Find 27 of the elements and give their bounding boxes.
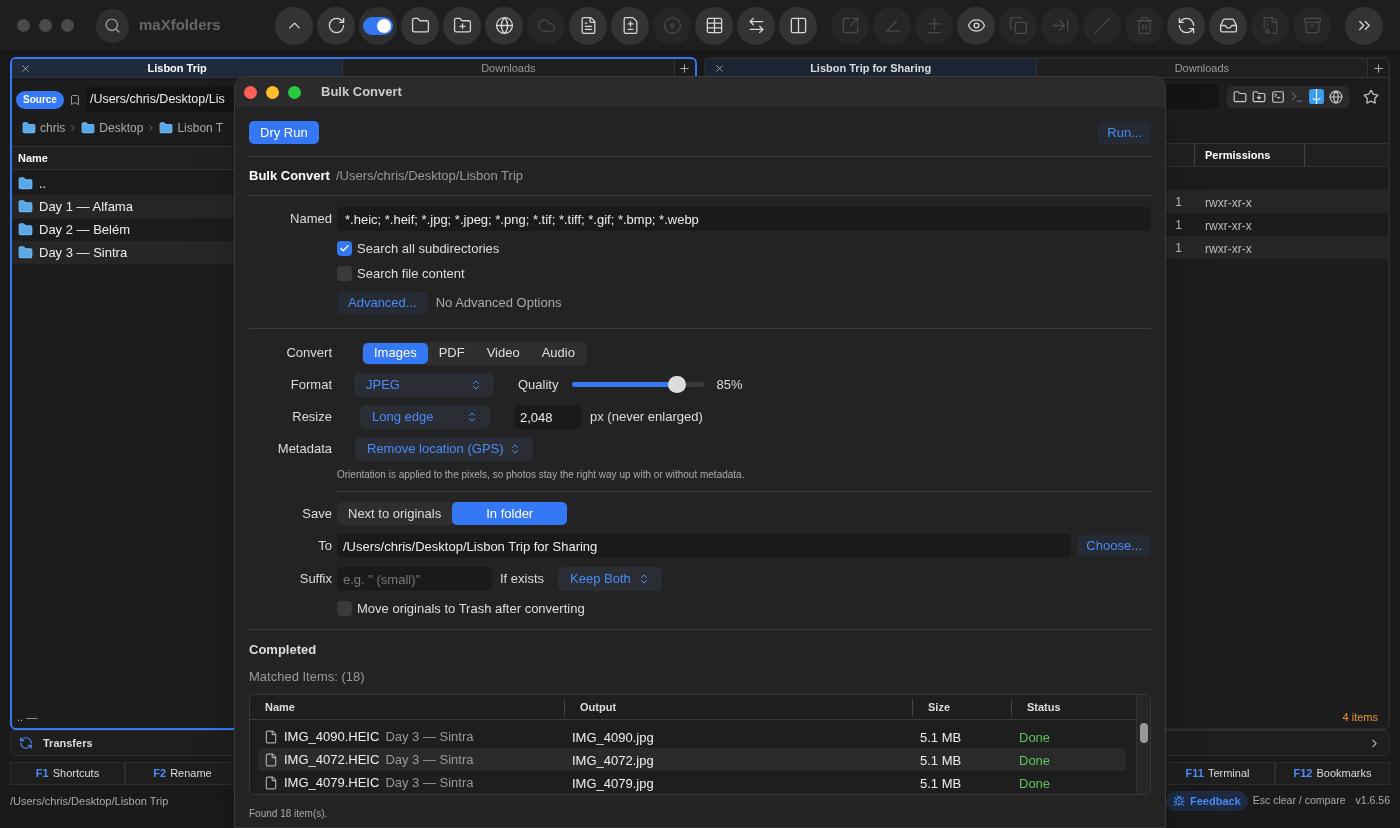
unit-label: px (never enlarged) bbox=[590, 408, 703, 427]
results-summary: Found 18 item(s). bbox=[249, 806, 328, 821]
folder-path: /Users/chris/Desktop/Lisbon Trip bbox=[335, 167, 524, 186]
app-title: maXfolders bbox=[139, 15, 222, 36]
metadata-note: Orientation is applied to the pixels, so photos stay the right way up with or without metadata. bbox=[337, 467, 745, 482]
matched-count: Matched Items: (18) bbox=[249, 668, 365, 687]
panel-footer: .. — bbox=[17, 708, 38, 726]
item-count: 4 items bbox=[1342, 709, 1378, 725]
quality-reading: 85% bbox=[716, 376, 743, 395]
section-heading: Bulk Convert bbox=[249, 167, 330, 186]
status-hint: Esc clear / compare bbox=[1252, 793, 1346, 809]
field-label: Resize bbox=[292, 408, 332, 427]
dialog-title: Bulk Convert bbox=[321, 83, 402, 102]
field-label: Format bbox=[290, 376, 332, 395]
source-badge: Source bbox=[16, 90, 64, 109]
field-label: Metadata bbox=[277, 440, 332, 459]
field-label: Named bbox=[290, 210, 332, 229]
field-label: Quality bbox=[518, 376, 559, 395]
run-status: Completed bbox=[249, 641, 317, 660]
advanced-status: No Advanced Options bbox=[435, 294, 562, 313]
field-label: Save bbox=[302, 504, 332, 523]
status-path: /Users/chris/Desktop/Lisbon Trip bbox=[10, 793, 169, 809]
field-label: To bbox=[318, 537, 332, 556]
version-label: v1.6.56 bbox=[1355, 793, 1390, 809]
field-label: If exists bbox=[500, 570, 545, 589]
field-label: Convert bbox=[286, 344, 332, 363]
field-label: Suffix bbox=[299, 570, 332, 589]
